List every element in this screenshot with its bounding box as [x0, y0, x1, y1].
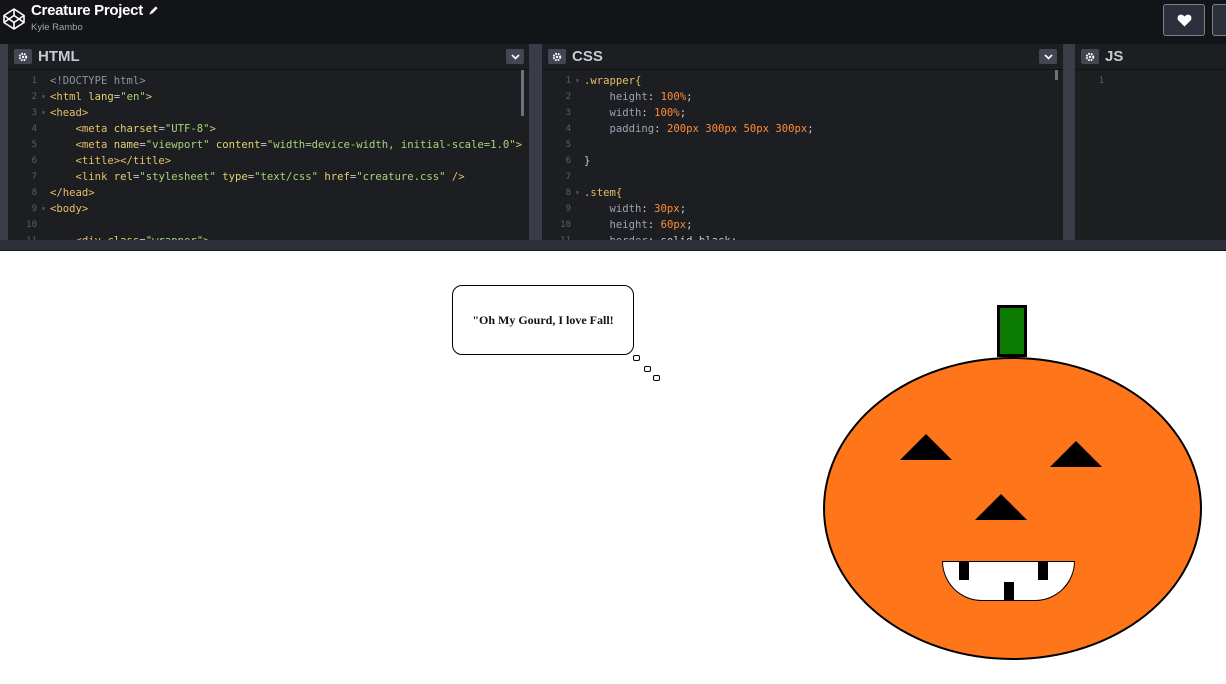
code-text: .stem{ [584, 187, 623, 199]
code-text: <title></title> [75, 155, 172, 167]
line-number: 3 [31, 108, 37, 118]
editor-area: HTML 1 <!DOCTYPE html> 2 ▾ <html lang="en"> 3… [0, 44, 1226, 240]
code-text: <body> [50, 203, 89, 215]
heart-icon [1177, 14, 1191, 27]
line-number: 1 [1098, 76, 1104, 86]
code-text: padding: 200px 300px 50px 300px; [609, 123, 814, 135]
thought-dot [633, 355, 640, 361]
code-text: <head> [50, 107, 89, 119]
line-number: 7 [31, 172, 37, 182]
speech-text: "Oh My Gourd, I love Fall! [472, 312, 614, 327]
gear-icon[interactable] [14, 49, 32, 64]
code-text: } [584, 155, 591, 167]
line-number: 1 [31, 76, 37, 86]
thought-dot [644, 366, 651, 372]
code-text: <html lang="en"> [50, 91, 153, 103]
line-number: 8 [31, 188, 37, 198]
line-number: 3 [565, 108, 571, 118]
line-number: 2 [565, 92, 571, 102]
js-pane-title: JS [1105, 48, 1124, 65]
code-text: <div class="wrapper"> [50, 233, 210, 240]
editor-resize-bar[interactable] [0, 240, 1226, 251]
line-number: 5 [565, 140, 571, 150]
js-pane-header: JS [1075, 44, 1226, 69]
css-code-editor[interactable]: 1 ▾ .wrapper{ 2 height: 100%; 3 width: 100%;… [542, 69, 1063, 240]
code-text: <meta charset="UTF-8"> [75, 123, 216, 135]
chevron-down-icon[interactable] [506, 49, 524, 64]
line-number: 6 [565, 156, 571, 166]
code-text: <meta name="viewport" content="width=dev… [75, 139, 523, 151]
code-text: <link rel="stylesheet" type="text/css" h… [75, 171, 465, 183]
code-text: </head> [50, 187, 95, 199]
gear-icon[interactable] [548, 49, 566, 64]
pumpkin-tooth [959, 562, 969, 580]
code-text: height: 60px; [609, 219, 693, 231]
line-number: 2 [31, 92, 37, 102]
css-editor-pane: CSS 1 ▾ .wrapper{ 2 height: 100%; 3 width: 1… [542, 44, 1063, 240]
chevron-down-icon[interactable] [1039, 49, 1057, 64]
thought-dot [653, 375, 660, 381]
code-text: height: 100%; [609, 91, 693, 103]
line-number: 4 [565, 124, 571, 134]
pumpkin-stem [997, 305, 1027, 357]
code-text: border: solid black; [584, 233, 738, 240]
pumpkin-tooth [1004, 582, 1014, 601]
fold-toggle-icon[interactable]: ▾ [41, 105, 46, 121]
js-editor-pane: JS 1 [1075, 44, 1226, 240]
html-editor-pane: HTML 1 <!DOCTYPE html> 2 ▾ <html lang="en"> 3… [8, 44, 529, 240]
line-number: 8 [565, 188, 571, 198]
author-name[interactable]: Kyle Rambo [31, 22, 83, 33]
html-code-editor[interactable]: 1 <!DOCTYPE html> 2 ▾ <html lang="en"> 3 ▾ <hea… [8, 69, 529, 240]
pumpkin-right-eye [1050, 441, 1102, 467]
code-text: <!DOCTYPE html> [50, 75, 146, 87]
project-title[interactable]: Creature Project [31, 2, 143, 19]
fold-toggle-icon[interactable]: ▾ [41, 89, 46, 105]
fold-toggle-icon[interactable]: ▾ [41, 201, 46, 217]
speech-bubble: "Oh My Gourd, I love Fall! [452, 285, 634, 355]
line-number: 9 [31, 204, 37, 214]
codepen-logo-icon[interactable] [2, 7, 26, 31]
line-number: 9 [565, 204, 571, 214]
pumpkin-tooth [1038, 562, 1048, 580]
html-pane-title: HTML [38, 48, 80, 65]
pumpkin-left-eye [900, 434, 952, 460]
fold-toggle-icon[interactable]: ▾ [575, 73, 580, 89]
line-number: 6 [31, 156, 37, 166]
code-text: .wrapper{ [584, 75, 642, 87]
css-scrollbar[interactable] [1055, 70, 1058, 80]
line-number: 4 [31, 124, 37, 134]
header-button-partial[interactable] [1212, 4, 1226, 36]
pumpkin-nose [975, 494, 1027, 520]
line-number: 11 [542, 233, 571, 240]
line-number: 1 [565, 76, 571, 86]
like-button[interactable] [1163, 4, 1205, 36]
html-scrollbar[interactable] [521, 70, 524, 116]
fold-toggle-icon[interactable]: ▾ [575, 185, 580, 201]
pencil-icon[interactable] [148, 5, 159, 16]
code-text: width: 100%; [609, 107, 687, 119]
top-header: Creature Project Kyle Rambo [0, 0, 1226, 44]
js-code-editor[interactable]: 1 [1075, 69, 1226, 240]
html-pane-header: HTML [8, 44, 529, 69]
line-number: 7 [565, 172, 571, 182]
line-number: 11 [8, 233, 37, 240]
line-number: 5 [31, 140, 37, 150]
css-pane-header: CSS [542, 44, 1063, 69]
gear-icon[interactable] [1081, 49, 1099, 64]
line-number: 10 [26, 220, 37, 230]
line-number: 10 [560, 220, 571, 230]
css-pane-title: CSS [572, 48, 603, 65]
code-text: width: 30px; [609, 203, 687, 215]
